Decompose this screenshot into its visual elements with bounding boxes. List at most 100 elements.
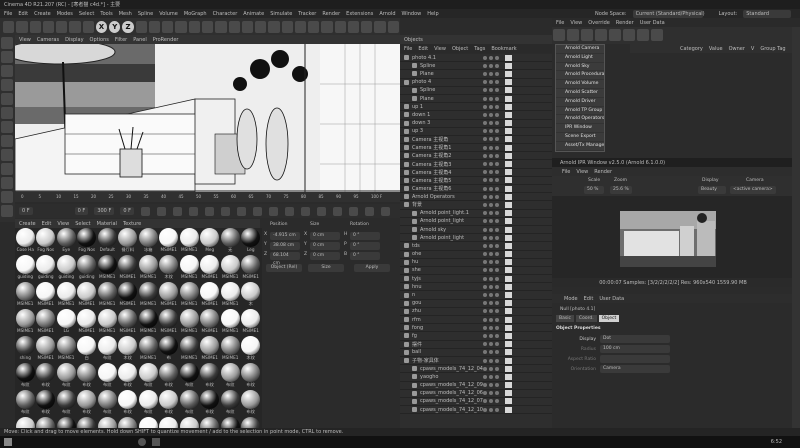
dope-icon[interactable] [380, 206, 390, 216]
auto-key-icon[interactable] [268, 206, 278, 216]
object-visibility-icon[interactable] [483, 88, 487, 93]
material-swatch[interactable]: MSIME1 [200, 309, 221, 336]
object-visibility-icon[interactable] [495, 137, 499, 142]
viewport-menu-item-4[interactable]: Filter [115, 37, 127, 43]
left-tool-5-icon[interactable] [1, 107, 13, 119]
material-swatch[interactable]: MSIME1 [138, 309, 159, 336]
object-visibility-icon[interactable] [483, 145, 487, 150]
object-tag-icon[interactable] [505, 79, 512, 86]
material-swatch[interactable]: 木纹 [159, 255, 180, 282]
object-visibility-icon[interactable] [495, 342, 499, 347]
material-swatch[interactable]: MSIME1 [220, 255, 241, 282]
material-swatch[interactable]: Eye [56, 228, 77, 255]
object-visibility-icon[interactable] [489, 276, 493, 281]
object-visibility-icon[interactable] [489, 153, 493, 158]
material-swatch[interactable]: 布纹 [220, 363, 241, 390]
object-tag-icon[interactable] [505, 365, 512, 372]
menu-item-12[interactable]: Simulate [270, 11, 292, 17]
right-tool-6-icon[interactable] [637, 29, 649, 41]
objects-menu-item-0[interactable]: File [404, 46, 412, 52]
material-swatch[interactable]: guiding [77, 255, 98, 282]
object-visibility-icon[interactable] [489, 407, 493, 412]
object-visibility-icon[interactable] [483, 170, 487, 175]
object-visibility-icon[interactable] [489, 121, 493, 126]
timeline[interactable]: 0 5 10 15 20 25 30 35 40 45 50 55 60 65 70 75 80 85 90 95 10… [15, 192, 400, 202]
object-row[interactable]: Plane [400, 70, 552, 79]
material-swatch[interactable]: MSIME1 [138, 282, 159, 309]
object-tag-icon[interactable] [505, 144, 512, 151]
object-tag-icon[interactable] [505, 226, 512, 233]
object-row[interactable]: Arnold Operators [400, 193, 552, 202]
toolbar-tool-18-icon[interactable] [241, 20, 254, 33]
object-tag-icon[interactable] [505, 267, 512, 274]
object-visibility-icon[interactable] [489, 202, 493, 207]
object-visibility-icon[interactable] [489, 194, 493, 199]
object-visibility-icon[interactable] [483, 350, 487, 355]
material-swatch[interactable]: Meg [200, 228, 221, 255]
object-tag-icon[interactable] [505, 275, 512, 282]
material-swatch[interactable]: MSIME1 [118, 282, 139, 309]
coord-value-field[interactable]: 0 ° [350, 252, 380, 260]
viewport-menu-item-2[interactable]: Display [65, 37, 83, 43]
menu-item-0[interactable]: File [4, 11, 12, 17]
object-visibility-icon[interactable] [495, 153, 499, 158]
menu-item-8[interactable]: Volume [159, 11, 178, 17]
prev-frame-icon[interactable] [172, 206, 182, 216]
toolbar-tool-2-icon[interactable] [29, 20, 41, 33]
object-visibility-icon[interactable] [483, 301, 487, 306]
object-visibility-icon[interactable] [483, 186, 487, 191]
coord-size-select[interactable]: Size [308, 264, 344, 272]
right-menu-item-0[interactable]: File [556, 20, 564, 26]
play-icon[interactable] [188, 206, 198, 216]
arnold-menu-item[interactable]: Arnold Camera [556, 45, 604, 54]
material-swatch[interactable]: MSIME1 [220, 309, 241, 336]
object-visibility-icon[interactable] [483, 153, 487, 158]
object-visibility-icon[interactable] [483, 325, 487, 330]
toolbar-tool-0-icon[interactable] [3, 20, 15, 33]
attr-value-field[interactable] [600, 355, 670, 363]
object-row[interactable]: down 1 [400, 111, 552, 120]
material-swatch[interactable]: MSIME1 [159, 282, 180, 309]
object-visibility-icon[interactable] [495, 350, 499, 355]
right-tool-2-icon[interactable] [581, 29, 593, 41]
object-visibility-icon[interactable] [489, 325, 493, 330]
object-row[interactable]: 摆件 [400, 341, 552, 349]
object-visibility-icon[interactable] [495, 309, 499, 314]
object-tag-icon[interactable] [505, 70, 512, 77]
material-swatch[interactable]: Default [97, 228, 118, 255]
object-row[interactable]: tds [400, 242, 552, 251]
coord-value-field[interactable]: 0 cm [310, 242, 340, 250]
ipr-menu-item-0[interactable]: File [562, 169, 570, 175]
right-tool-5-icon[interactable] [623, 29, 635, 41]
material-swatch[interactable]: shing [15, 336, 36, 363]
left-tool-3-icon[interactable] [1, 79, 13, 91]
arnold-menu-item[interactable]: Scene Export [556, 133, 604, 142]
object-tag-icon[interactable] [505, 251, 512, 258]
viewport[interactable] [15, 44, 400, 192]
object-visibility-icon[interactable] [495, 235, 499, 240]
material-swatch[interactable]: LG [56, 309, 77, 336]
arnold-menu-item[interactable]: Arnold Volume [556, 80, 604, 89]
material-swatch[interactable]: 布纹 [118, 390, 139, 417]
object-visibility-icon[interactable] [489, 333, 493, 338]
object-visibility-icon[interactable] [495, 112, 499, 117]
toolbar-tool-10-icon[interactable] [135, 20, 147, 33]
material-swatch[interactable]: 布纹 [15, 363, 36, 390]
object-visibility-icon[interactable] [483, 63, 487, 68]
object-row[interactable]: photo 4 [400, 79, 552, 87]
object-visibility-icon[interactable] [495, 293, 499, 298]
material-swatch[interactable]: guiding [15, 255, 36, 282]
object-visibility-icon[interactable] [483, 104, 487, 109]
object-visibility-icon[interactable] [489, 235, 493, 240]
attr-menu-item-1[interactable]: Edit [584, 296, 594, 302]
material-swatch[interactable]: 布纹 [138, 390, 159, 417]
right-menu-item-4[interactable]: User Data [640, 20, 665, 26]
override-column-1[interactable]: Value [709, 46, 723, 52]
object-visibility-icon[interactable] [489, 63, 493, 68]
object-row[interactable]: Camera 主视角5 [400, 177, 552, 185]
object-tag-icon[interactable] [505, 349, 512, 356]
object-visibility-icon[interactable] [495, 317, 499, 322]
material-swatch[interactable]: 布纹 [97, 363, 118, 390]
material-swatch[interactable]: MSIME1 [179, 228, 200, 255]
arnold-menu-item[interactable]: Arnold Driver [556, 98, 604, 107]
